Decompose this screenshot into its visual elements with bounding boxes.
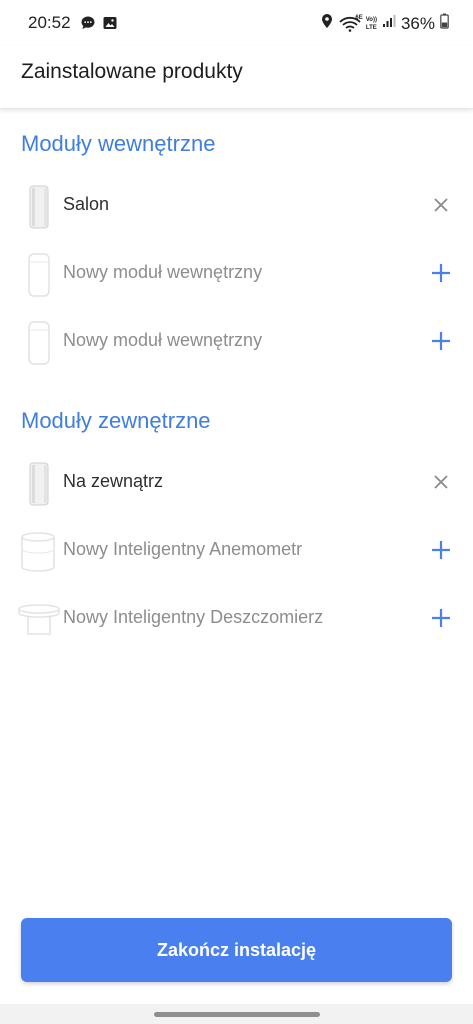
plus-icon[interactable] — [429, 329, 453, 353]
chat-bubble-icon — [80, 15, 96, 36]
app-header: Zainstalowane produkty — [0, 46, 473, 109]
system-nav-bar — [0, 1004, 473, 1024]
outdoor-module-icon — [18, 461, 62, 507]
list-item-rain-gauge[interactable]: Nowy Inteligentny Deszczomierz — [0, 589, 473, 649]
plus-icon[interactable] — [429, 538, 453, 562]
signal-icon — [382, 14, 396, 33]
item-label: Nowy Inteligentny Anemometr — [63, 539, 303, 559]
list-item-indoor-new-2[interactable]: Nowy moduł wewnętrzny — [0, 312, 473, 372]
item-label: Nowy Inteligentny Deszczomierz — [63, 607, 324, 627]
anemometer-icon — [18, 529, 62, 575]
page-title: Zainstalowane produkty — [21, 60, 243, 83]
plus-icon[interactable] — [429, 606, 453, 630]
status-time: 20:52 — [28, 13, 71, 32]
rain-gauge-icon — [18, 597, 62, 643]
home-gesture-handle[interactable] — [154, 1012, 320, 1017]
indoor-module-outline-icon — [18, 320, 62, 366]
section-title-outdoor: Moduły zewnętrzne — [21, 408, 211, 433]
list-item-anemometer[interactable]: Nowy Inteligentny Anemometr — [0, 521, 473, 581]
item-label: Salon — [63, 194, 110, 214]
finish-installation-button[interactable]: Zakończ instalację — [21, 918, 452, 982]
section-title-indoor: Moduły wewnętrzne — [21, 131, 216, 156]
plus-icon[interactable] — [429, 261, 453, 285]
indoor-module-icon — [18, 184, 62, 230]
list-item-indoor-new-1[interactable]: Nowy moduł wewnętrzny — [0, 244, 473, 304]
indoor-module-outline-icon — [18, 252, 62, 298]
close-icon[interactable] — [429, 193, 453, 217]
item-label: Nowy moduł wewnętrzny — [63, 330, 263, 350]
location-icon — [320, 13, 334, 34]
list-item-indoor-installed[interactable]: Salon — [0, 176, 473, 236]
volte-icon: Vo)) LTE — [365, 16, 377, 31]
item-label: Nowy moduł wewnętrzny — [63, 262, 263, 282]
battery-percent: 36% — [400, 13, 435, 33]
image-icon — [102, 15, 118, 36]
notification-icons — [80, 15, 118, 36]
system-indicators: 6E Vo)) LTE 36% — [320, 13, 449, 34]
item-label: Na zewnątrz — [63, 471, 164, 491]
list-item-outdoor-installed[interactable]: Na zewnątrz — [0, 453, 473, 513]
status-bar: 20:52 6E Vo)) LTE 36% — [0, 0, 473, 46]
close-icon[interactable] — [429, 470, 453, 494]
battery-icon — [440, 13, 449, 34]
wifi-6e-icon: 6E — [339, 15, 363, 32]
